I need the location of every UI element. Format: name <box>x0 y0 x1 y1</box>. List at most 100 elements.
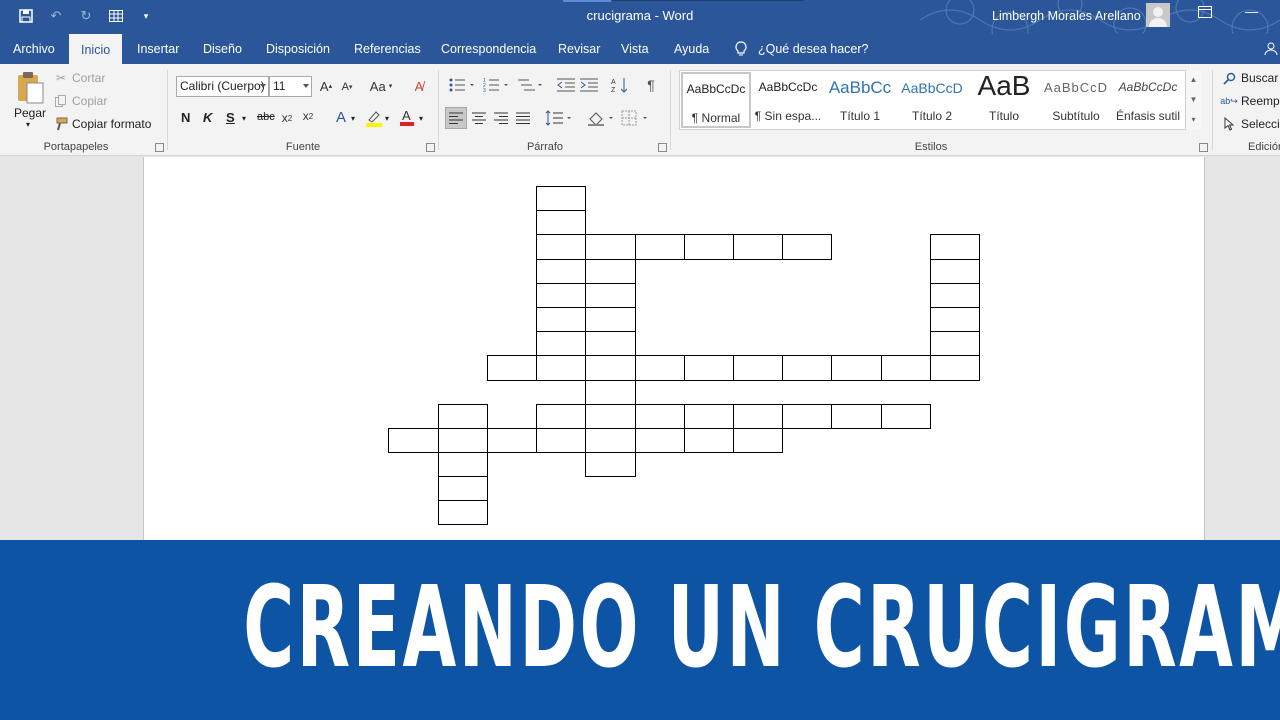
tab-archivo[interactable]: Archivo <box>1 34 67 64</box>
crossword-cell[interactable] <box>635 355 685 381</box>
tab-revisar[interactable]: Revisar <box>546 34 612 64</box>
tab-vista[interactable]: Vista <box>609 34 661 64</box>
crossword-cell[interactable] <box>930 331 980 356</box>
crossword-cell[interactable] <box>585 428 636 453</box>
style-subtitle[interactable]: AaBbCcD Subtítulo <box>1041 72 1111 128</box>
tell-me-box[interactable]: ¿Qué desea hacer? <box>734 34 869 64</box>
crossword-cell[interactable] <box>684 428 734 453</box>
crossword-cell[interactable] <box>831 404 882 429</box>
crossword-cell[interactable] <box>733 404 783 429</box>
crossword-cell[interactable] <box>536 259 586 284</box>
user-name[interactable]: Limbergh Morales Arellano <box>992 9 1141 23</box>
tab-insertar[interactable]: Insertar <box>125 34 191 64</box>
font-name-combo[interactable]: Calibri (Cuerpo) <box>176 76 269 97</box>
styles-launcher-icon[interactable] <box>1199 143 1208 152</box>
crossword-cell[interactable] <box>782 404 832 429</box>
styles-scroll-down-icon[interactable]: ▼ <box>1186 90 1201 110</box>
crossword-cell[interactable] <box>684 234 734 260</box>
crossword-cell[interactable] <box>585 404 636 429</box>
superscript-icon[interactable]: x2 <box>300 108 316 124</box>
crossword-cell[interactable] <box>782 355 832 381</box>
ribbon-display-options-icon[interactable] <box>1198 6 1212 21</box>
crossword-cell[interactable] <box>585 259 636 284</box>
style-subtle-emphasis[interactable]: AaBbCcDc Énfasis sutil <box>1113 72 1183 128</box>
replace-button[interactable]: Reemplazar <box>1241 94 1280 108</box>
format-painter-button[interactable]: Copiar formato <box>72 117 151 131</box>
decrease-indent-icon[interactable] <box>556 76 576 94</box>
crossword-cell[interactable] <box>930 234 980 260</box>
font-color-icon[interactable]: A <box>397 107 417 127</box>
crossword-cell[interactable] <box>438 452 488 477</box>
shrink-font-icon[interactable]: A ▾ <box>339 79 355 95</box>
underline-button[interactable]: S <box>226 110 235 125</box>
change-case-icon[interactable]: Aa ▾ <box>366 78 396 94</box>
crossword-cell[interactable] <box>585 331 636 356</box>
grow-font-icon[interactable]: A ▴ <box>318 78 334 94</box>
bullets-icon[interactable] <box>448 76 476 94</box>
crossword-cell[interactable] <box>536 186 586 211</box>
justify-icon[interactable] <box>514 107 532 129</box>
document-page[interactable] <box>143 157 1205 540</box>
crossword-cell[interactable] <box>930 259 980 284</box>
style-heading-1[interactable]: AaBbCc Título 1 <box>825 72 895 128</box>
underline-dropdown-icon[interactable]: ▾ <box>242 114 246 123</box>
paragraph-launcher-icon[interactable] <box>658 143 667 152</box>
numbering-icon[interactable]: 123 <box>482 76 510 94</box>
crossword-cell[interactable] <box>487 428 537 453</box>
align-left-icon[interactable] <box>445 107 467 129</box>
subscript-icon[interactable]: x2 <box>279 110 295 126</box>
style-heading-2[interactable]: AaBbCcD Título 2 <box>897 72 967 128</box>
borders-icon[interactable] <box>620 107 650 129</box>
avatar[interactable] <box>1146 3 1170 27</box>
crossword-cell[interactable] <box>585 355 636 381</box>
crossword-cell[interactable] <box>585 234 636 260</box>
paste-button[interactable]: Pegar <box>14 106 46 120</box>
crossword-cell[interactable] <box>635 234 685 260</box>
crossword-cell[interactable] <box>585 307 636 332</box>
style-normal[interactable]: AaBbCcDc ¶ Normal <box>681 72 751 128</box>
tab-correspondencia[interactable]: Correspondencia <box>429 34 548 64</box>
shading-icon[interactable] <box>586 107 616 129</box>
highlight-icon[interactable] <box>363 108 385 128</box>
crossword-cell[interactable] <box>438 428 488 453</box>
clear-formatting-icon[interactable]: A̸ <box>410 78 428 94</box>
crossword-cell[interactable] <box>585 380 636 405</box>
tab-referencias[interactable]: Referencias <box>342 34 433 64</box>
crossword-cell[interactable] <box>635 404 685 429</box>
line-spacing-icon[interactable] <box>544 107 574 129</box>
align-right-icon[interactable] <box>492 107 510 129</box>
tab-diseno[interactable]: Diseño <box>191 34 254 64</box>
text-effects-icon[interactable]: A <box>330 108 352 126</box>
crossword-cell[interactable] <box>930 283 980 308</box>
highlight-dropdown-icon[interactable]: ▾ <box>385 114 389 123</box>
crossword-cell[interactable] <box>536 234 586 260</box>
find-button[interactable]: Buscar <box>1241 71 1278 85</box>
italic-button[interactable]: K <box>203 110 212 125</box>
crossword-cell[interactable] <box>831 355 882 381</box>
crossword-cell[interactable] <box>930 355 980 381</box>
crossword-cell[interactable] <box>782 234 832 260</box>
align-center-icon[interactable] <box>470 107 488 129</box>
crossword-cell[interactable] <box>733 234 783 260</box>
crossword-cell[interactable] <box>438 500 488 525</box>
crossword-cell[interactable] <box>635 428 685 453</box>
select-button[interactable]: Seleccionar <box>1241 117 1280 131</box>
text-effects-dropdown-icon[interactable]: ▾ <box>351 114 355 123</box>
styles-scroll-up-icon[interactable]: ▲ <box>1186 70 1201 90</box>
crossword-cell[interactable] <box>684 355 734 381</box>
tab-inicio[interactable]: Inicio <box>69 34 123 64</box>
font-color-dropdown-icon[interactable]: ▾ <box>419 114 423 123</box>
paste-icon[interactable] <box>14 70 46 106</box>
crossword-cell[interactable] <box>536 210 586 235</box>
styles-scroll[interactable]: ▲ ▼ ▾ <box>1185 70 1201 130</box>
minimize-icon[interactable]: — <box>1245 4 1258 19</box>
share-icon[interactable] <box>1264 41 1278 55</box>
crossword-cell[interactable] <box>585 452 636 477</box>
crossword-cell[interactable] <box>388 428 439 453</box>
crossword-cell[interactable] <box>536 283 586 308</box>
cut-button[interactable]: Cortar <box>72 71 105 85</box>
strikethrough-button[interactable]: abc <box>257 111 275 123</box>
copy-button[interactable]: Copiar <box>72 94 107 108</box>
multilevel-list-icon[interactable] <box>516 76 544 94</box>
show-formatting-marks-icon[interactable]: ¶ <box>642 76 660 94</box>
